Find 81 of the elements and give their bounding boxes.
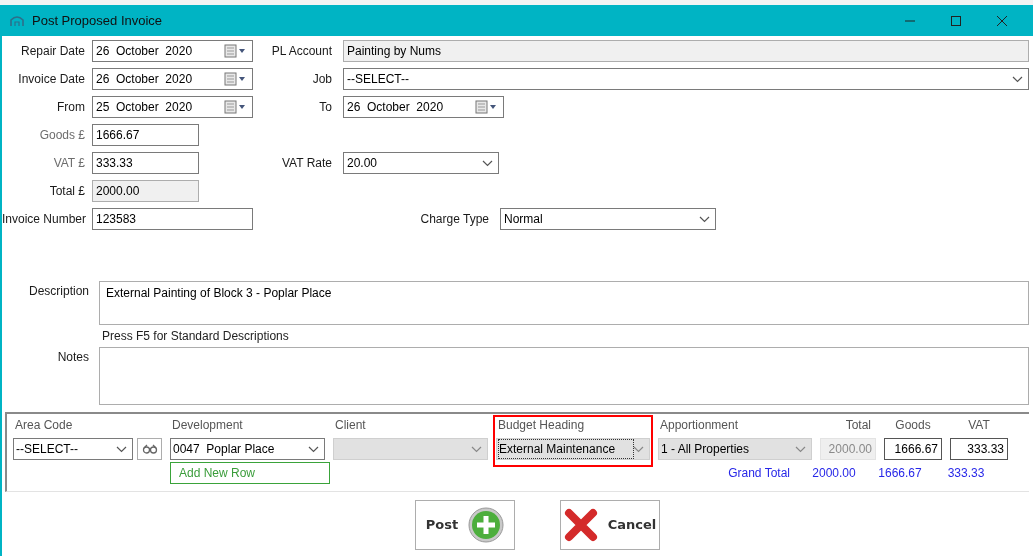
date-picker[interactable]: 25 October 2020	[92, 96, 253, 118]
field-label: Invoice Number	[2, 211, 88, 228]
calendar-dropdown-icon[interactable]	[224, 100, 248, 114]
input-field[interactable]: 333.33	[92, 152, 199, 174]
grand-total-value: 1666.67	[877, 465, 923, 482]
cancel-button[interactable]: Cancel	[560, 500, 660, 550]
date-value: 26 October 2020	[347, 99, 445, 116]
date-picker[interactable]: 26 October 2020	[92, 68, 253, 90]
dropdown[interactable]: Normal	[500, 208, 716, 230]
binoculars-icon	[141, 444, 158, 454]
calendar-dropdown-icon[interactable]	[475, 100, 499, 114]
readonly-field: 2000.00	[92, 180, 199, 202]
column-header: Area Code	[15, 417, 73, 434]
column-header: Goods	[895, 417, 931, 434]
amount-field[interactable]: 333.33	[950, 438, 1008, 460]
column-header: Apportionment	[660, 417, 739, 434]
field-label: Job	[311, 71, 333, 88]
window-title: Post Proposed Invoice	[32, 11, 164, 30]
field-label: From	[56, 99, 86, 116]
field-label: Repair Date	[19, 43, 86, 60]
field-label: Invoice Date	[17, 71, 86, 88]
grand-total-value: 333.33	[946, 465, 986, 482]
column-header: Budget Heading	[498, 417, 585, 434]
calendar-dropdown-icon[interactable]	[224, 44, 248, 58]
input-field[interactable]: 123583	[92, 208, 253, 230]
field-label: Notes	[56, 349, 90, 366]
post-button[interactable]: Post	[415, 500, 515, 550]
app-icon	[10, 14, 24, 27]
add-row-button[interactable]: Add New Row	[170, 462, 330, 484]
amount-field[interactable]: 1666.67	[884, 438, 942, 460]
cross-icon	[563, 508, 598, 542]
input-field[interactable]: 1666.67	[92, 124, 199, 146]
field-label: To	[318, 99, 333, 116]
chevron-down-icon	[482, 159, 493, 167]
chevron-down-icon	[308, 445, 319, 453]
chevron-down-icon	[699, 215, 710, 223]
column-header: VAT	[968, 417, 990, 434]
binoculars-button[interactable]	[137, 438, 162, 460]
description-field[interactable]: External Painting of Block 3 - Poplar Place	[99, 281, 1029, 325]
field-label: Charge Type	[419, 211, 490, 228]
chevron-down-icon	[116, 445, 127, 453]
dropdown[interactable]: --SELECT--	[343, 68, 1029, 90]
chevron-down-icon	[795, 445, 806, 453]
plus-icon	[468, 507, 505, 543]
grand-total-value: 2000.00	[811, 465, 857, 482]
dropdown-value: 1 - All Properties	[661, 441, 751, 458]
grand-total-label: Grand Total	[728, 465, 790, 482]
date-value: 25 October 2020	[96, 99, 194, 116]
date-picker[interactable]: 26 October 2020	[343, 96, 504, 118]
field-label: Total £	[48, 183, 86, 200]
field-label: VAT Rate	[280, 155, 333, 172]
field-label: PL Account	[270, 43, 333, 60]
dropdown[interactable]: 20.00	[343, 152, 499, 174]
column-header: Development	[172, 417, 243, 434]
dropdown-value: 20.00	[347, 155, 379, 172]
dropdown[interactable]: 0047 Poplar Place	[170, 438, 325, 460]
minimize-icon	[905, 19, 915, 22]
column-header: Total	[845, 417, 871, 434]
date-value: 26 October 2020	[96, 43, 194, 60]
dropdown-value: --SELECT--	[16, 441, 79, 458]
field-label: Description	[27, 283, 90, 300]
hint-text: Press F5 for Standard Descriptions	[102, 328, 289, 345]
dropdown[interactable]: --SELECT--	[13, 438, 133, 460]
dropdown-value: --SELECT--	[347, 71, 410, 88]
date-value: 26 October 2020	[96, 71, 194, 88]
field-label: VAT £	[52, 155, 86, 172]
dropdown-value: External Maintenance	[499, 440, 633, 458]
maximize-icon	[951, 15, 961, 26]
column-header: Client	[335, 417, 366, 434]
chevron-down-icon	[1012, 75, 1023, 83]
field-label: Goods £	[38, 127, 86, 144]
dropdown-value: 0047 Poplar Place	[173, 441, 276, 458]
amount-field: 2000.00	[820, 438, 876, 460]
date-picker[interactable]: 26 October 2020	[92, 40, 253, 62]
dropdown-value: Normal	[504, 211, 544, 228]
close-icon	[997, 15, 1007, 26]
chevron-down-icon	[471, 445, 482, 453]
readonly-field: Painting by Nums	[343, 40, 1029, 62]
notes-field[interactable]	[99, 347, 1029, 405]
chevron-down-icon	[633, 445, 644, 453]
calendar-dropdown-icon[interactable]	[224, 72, 248, 86]
